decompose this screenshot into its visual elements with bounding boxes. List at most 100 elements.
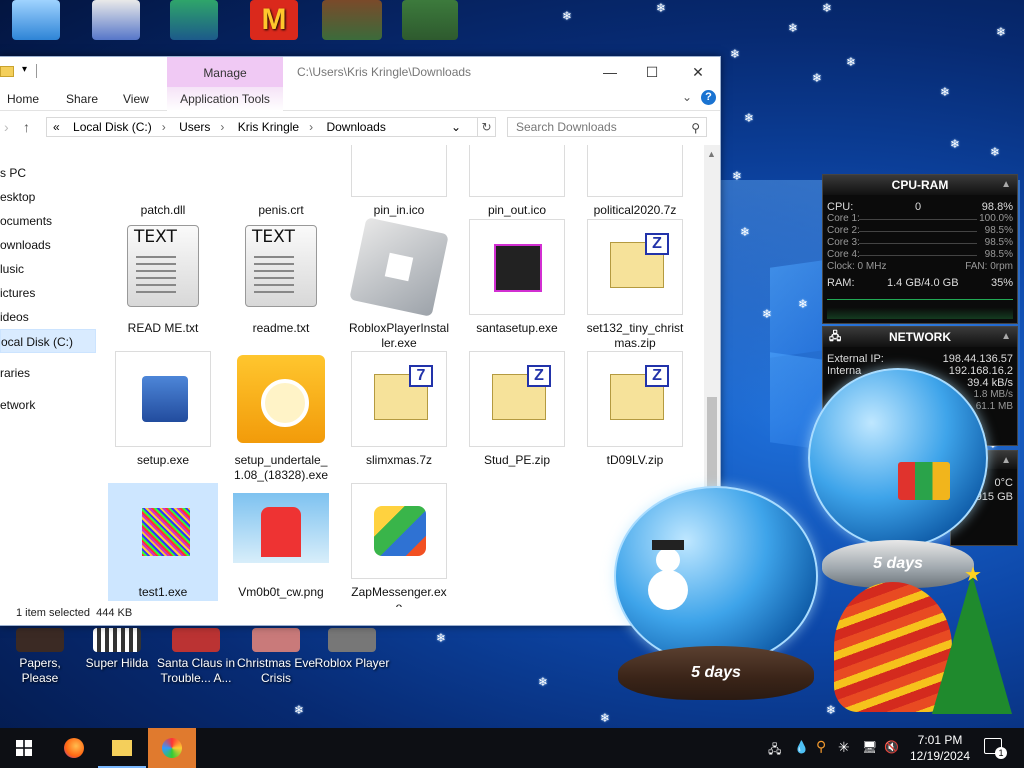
desktop-icon-papers-please[interactable]: Papers, Please xyxy=(0,628,80,686)
desktop-icon[interactable] xyxy=(76,0,156,44)
tab-view[interactable]: View xyxy=(123,92,149,106)
nav-item-libraries[interactable]: raries xyxy=(0,361,96,385)
file-item[interactable]: Z Stud_PE.zip xyxy=(462,351,572,468)
breadcrumb-kris-kringle[interactable]: Kris Kringle xyxy=(238,120,299,134)
search-input[interactable]: Search Downloads ⚲ xyxy=(507,117,707,137)
breadcrumb-overflow[interactable]: « xyxy=(53,120,60,134)
snow-globe-left[interactable] xyxy=(614,486,818,666)
collapse-arrow-icon[interactable]: ▲ xyxy=(1001,451,1011,471)
file-item[interactable]: setup.exe xyxy=(108,351,218,468)
file-item[interactable]: patch.dll xyxy=(108,145,218,218)
file-item[interactable]: pin_in.ico xyxy=(344,145,454,218)
droplet-icon[interactable]: 💧 xyxy=(794,740,809,768)
close-button[interactable]: ✕ xyxy=(676,61,720,83)
desktop-icon[interactable] xyxy=(390,0,470,44)
file-grid[interactable]: patch.dll penis.crt pin_in.ico ▲ pin_out… xyxy=(100,145,704,607)
file-item[interactable]: santasetup.exe xyxy=(462,219,572,336)
nav-item-this-pc[interactable]: s PC xyxy=(0,161,96,185)
file-name: pin_in.ico xyxy=(373,203,425,217)
desktop-icon[interactable] xyxy=(0,0,76,44)
gadget-header: 🖧 NETWORK ▲ xyxy=(823,327,1017,347)
clock-row: Clock: 0 MHz FAN: 0rpm xyxy=(823,261,1017,273)
magnifier-icon[interactable]: ⚲ xyxy=(816,738,826,768)
desktop-icon[interactable] xyxy=(154,0,234,44)
snowflake-tray-icon[interactable]: ✳ xyxy=(838,739,850,768)
clock[interactable]: 7:01 PM 12/19/2024 xyxy=(900,732,980,764)
desktop-icon-santa-claus[interactable]: Santa Claus in Trouble... A... xyxy=(156,628,236,686)
core-value: 98.5% xyxy=(984,249,1013,260)
cpu-ram-gadget[interactable]: CPU-RAM ▲ CPU: 0 98.8% Core 1: 100.0% Cor… xyxy=(822,174,1018,324)
refresh-button[interactable]: ↻ xyxy=(478,117,496,137)
back-arrow-icon[interactable]: › xyxy=(4,119,9,135)
network-tray-icon[interactable]: 🖥 xyxy=(862,740,877,768)
address-dropdown-icon[interactable]: ⌄ xyxy=(451,118,461,136)
file-item[interactable]: 7 slimxmas.7z xyxy=(344,351,454,468)
tab-application-tools[interactable]: Application Tools xyxy=(167,87,283,111)
nav-item-desktop[interactable]: esktop xyxy=(0,185,96,209)
file-item-selected[interactable]: test1.exe xyxy=(108,483,218,601)
file-item[interactable]: penis.crt xyxy=(226,145,336,218)
desktop-icon-super-hilda[interactable]: Super Hilda xyxy=(77,628,157,671)
breadcrumb-separator-icon[interactable]: › xyxy=(162,120,166,134)
file-item[interactable]: RobloxPlayerInstaller.exe xyxy=(344,217,454,351)
collapse-arrow-icon[interactable]: ▲ xyxy=(1001,175,1011,195)
nav-item-documents[interactable]: ocuments xyxy=(0,209,96,233)
file-item[interactable]: political2020.7z xyxy=(580,145,690,218)
dll-gear-icon xyxy=(115,145,211,197)
breadcrumb-downloads[interactable]: Downloads xyxy=(326,120,385,134)
tab-home[interactable]: Home xyxy=(7,92,39,106)
file-item[interactable]: ▲ pin_out.ico xyxy=(462,145,572,218)
tab-manage[interactable]: Manage xyxy=(167,57,283,87)
notifications-icon[interactable]: 1 xyxy=(984,738,1007,759)
internal-ip-label: Interna xyxy=(827,365,862,377)
desktop-icon-christmas-eve-crisis[interactable]: Christmas Eve Crisis xyxy=(236,628,316,686)
file-item[interactable]: setup_undertale_1.08_(18328).exe xyxy=(226,351,336,483)
up-arrow-icon[interactable]: ↑ xyxy=(23,119,30,135)
title-bar[interactable]: ▾ Manage C:\Users\Kris Kringle\Downloads… xyxy=(0,57,720,87)
nav-item-music[interactable]: lusic xyxy=(0,257,96,281)
file-item[interactable]: Z tD09LV.zip xyxy=(580,351,690,468)
file-item[interactable]: Z set132_tiny_christmas.zip xyxy=(580,219,690,351)
core-label: Core 2: xyxy=(827,225,860,236)
desktop-icon[interactable] xyxy=(312,0,392,44)
file-item[interactable]: TEXT READ ME.txt xyxy=(108,219,218,336)
file-explorer-window[interactable]: ▾ Manage C:\Users\Kris Kringle\Downloads… xyxy=(0,56,721,626)
help-icon[interactable]: ? xyxy=(701,90,716,105)
volume-muted-icon[interactable]: 🔇 xyxy=(884,740,899,768)
file-name: santasetup.exe xyxy=(476,321,558,335)
breadcrumb-users[interactable]: Users xyxy=(179,120,210,134)
file-item[interactable]: TEXT readme.txt xyxy=(226,219,336,336)
taskbar-file-explorer[interactable] xyxy=(98,728,146,768)
breadcrumb-separator-icon[interactable]: › xyxy=(220,120,224,134)
taskbar-firefox[interactable] xyxy=(50,728,98,768)
breadcrumb-separator-icon[interactable]: › xyxy=(309,120,313,134)
nav-item-local-disk[interactable]: ocal Disk (C:) xyxy=(0,329,96,353)
chevron-down-icon[interactable]: ▾ xyxy=(22,64,27,75)
nav-item-network[interactable]: etwork xyxy=(0,393,96,417)
desktop-icon-label: Papers, Please xyxy=(19,656,61,685)
start-button[interactable] xyxy=(0,728,48,768)
chevron-down-icon[interactable]: ⌄ xyxy=(682,90,692,104)
roblox-player-icon xyxy=(328,628,376,652)
file-name: penis.crt xyxy=(258,203,304,217)
minimize-button[interactable]: — xyxy=(588,61,632,83)
collapse-arrow-icon[interactable]: ▲ xyxy=(1001,327,1011,347)
nav-item-downloads[interactable]: ownloads xyxy=(0,233,96,257)
file-name: setup_undertale_1.08_(18328).exe xyxy=(233,453,329,482)
file-item[interactable]: ZapMessenger.exe xyxy=(344,483,454,607)
tab-share[interactable]: Share xyxy=(66,92,98,106)
desktop-icon[interactable]: M xyxy=(234,0,314,44)
nav-item-pictures[interactable]: ictures xyxy=(0,281,96,305)
breadcrumb-local-disk[interactable]: Local Disk (C:) xyxy=(73,120,152,134)
desktop-icon-roblox-player[interactable]: Roblox Player xyxy=(312,628,392,671)
file-item[interactable]: Vm0b0t_cw.png xyxy=(226,483,336,600)
navigation-pane[interactable]: s PC esktop ocuments ownloads lusic ictu… xyxy=(0,145,96,605)
quick-access-toolbar[interactable]: ▾ xyxy=(0,64,40,80)
scroll-up-arrow-icon[interactable]: ▲ xyxy=(707,149,716,159)
nav-item-videos[interactable]: ideos xyxy=(0,305,96,329)
address-bar[interactable]: « Local Disk (C:) › Users › Kris Kringle › … xyxy=(46,117,478,137)
maximize-button[interactable]: ☐ xyxy=(630,61,674,83)
taskbar-active-app[interactable] xyxy=(148,728,196,768)
snow-globe-right[interactable] xyxy=(808,368,988,548)
tray-app-icon[interactable]: 🖧 xyxy=(768,740,781,768)
